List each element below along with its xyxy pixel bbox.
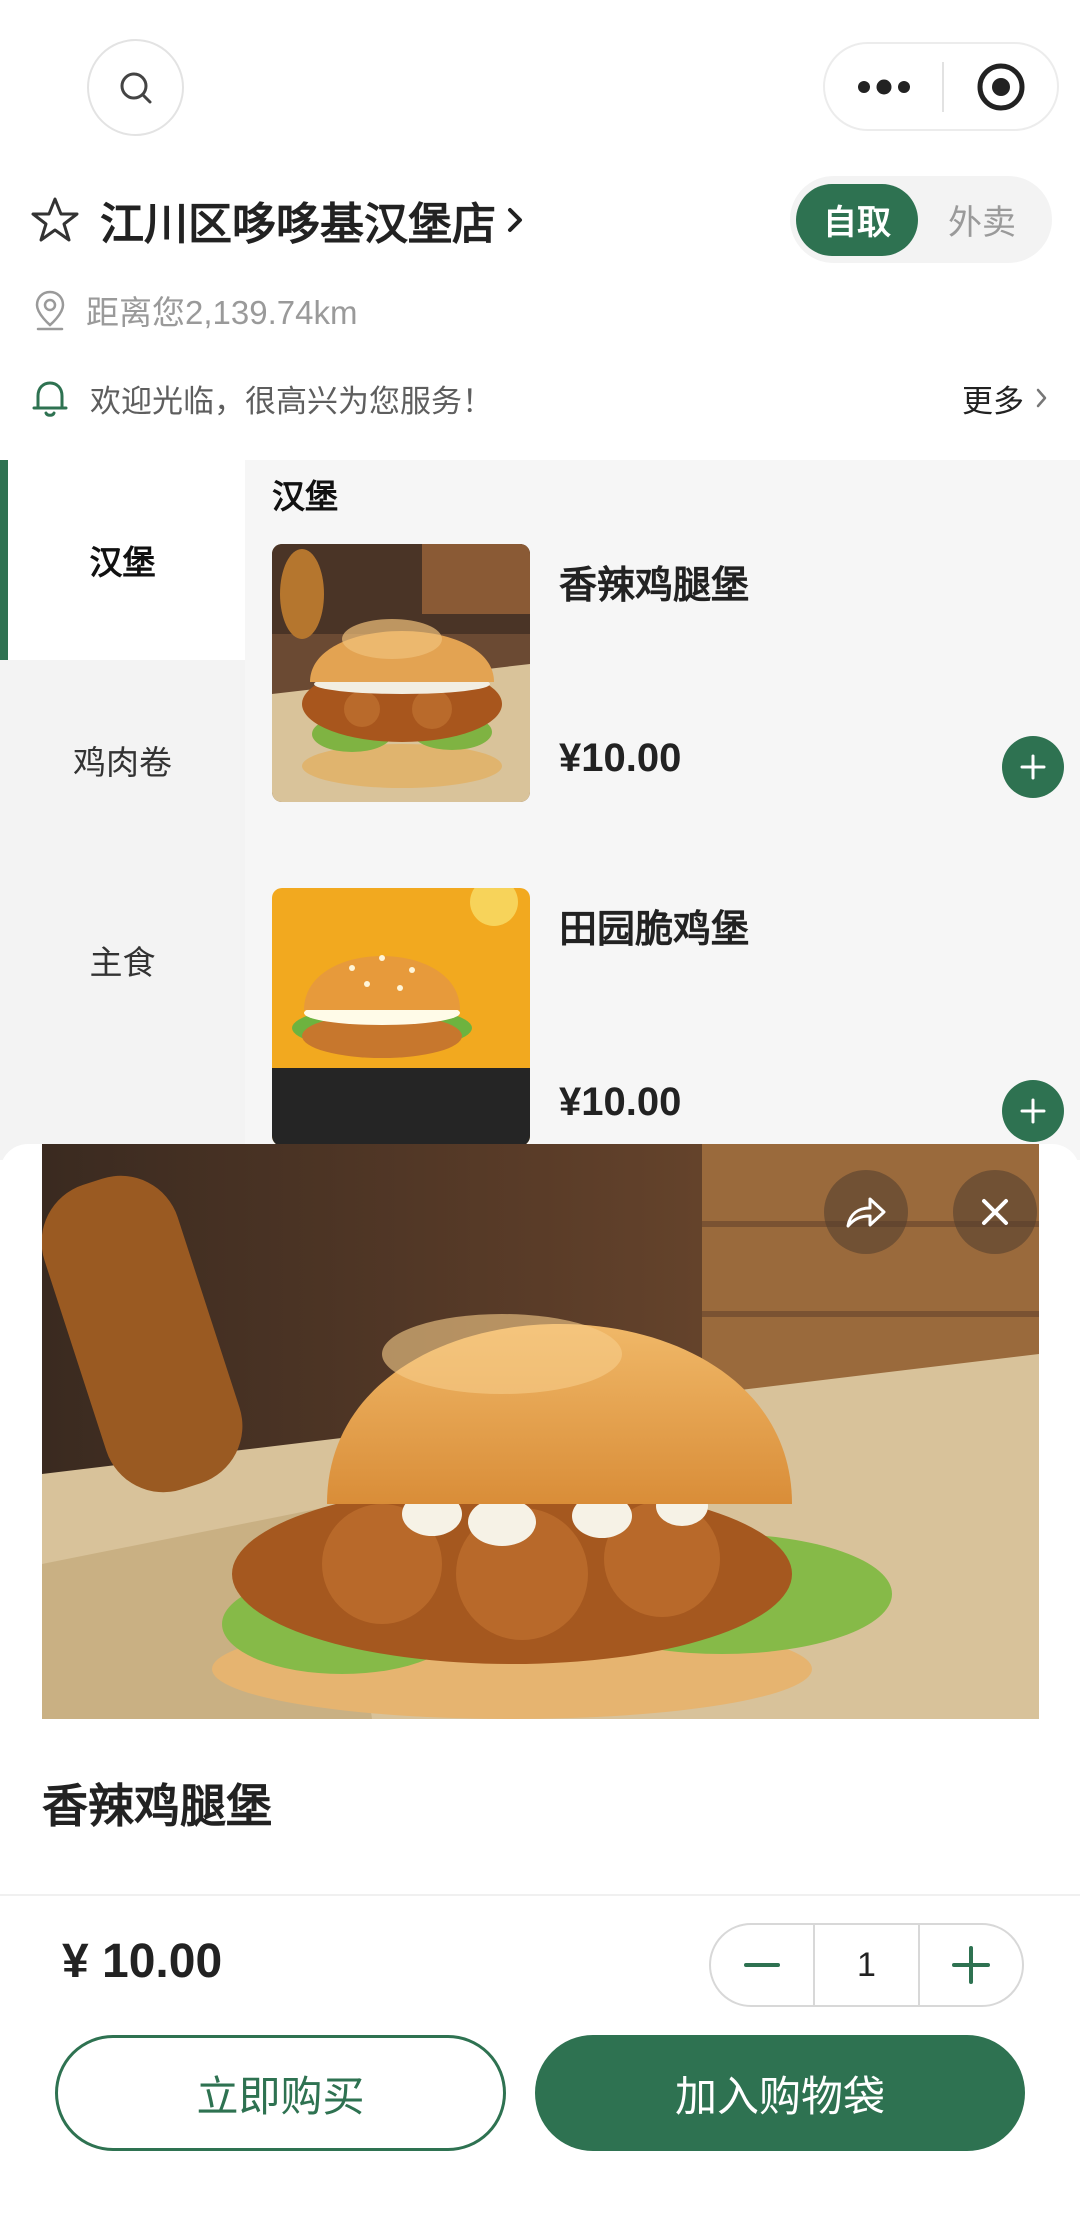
product-card[interactable]: 田园脆鸡堡 ¥10.00	[272, 888, 1072, 1146]
detail-price: ¥ 10.00	[62, 1935, 223, 1988]
chevron-right-icon	[508, 208, 522, 232]
minus-icon	[744, 1963, 780, 1967]
quantity-value[interactable]: 1	[813, 1925, 920, 2005]
search-button[interactable]	[87, 39, 184, 136]
category-item-staple[interactable]: 主食	[0, 860, 245, 1060]
plus-icon	[952, 1946, 990, 1984]
close-icon	[982, 1199, 1008, 1225]
miniprogram-capsule	[823, 42, 1059, 131]
product-price: ¥10.00	[559, 1080, 682, 1124]
star-icon[interactable]	[30, 195, 80, 245]
category-item-burger[interactable]: 汉堡	[0, 460, 245, 660]
product-hero-image	[42, 1144, 1039, 1719]
product-image[interactable]	[272, 544, 530, 802]
notice-bar: 欢迎光临，很高兴为您服务！ 更多	[30, 368, 1050, 428]
section-title: 汉堡	[272, 478, 338, 515]
delivery-tab[interactable]: 外卖	[918, 184, 1046, 256]
plus-icon	[1020, 1098, 1046, 1124]
order-mode-toggle: 自取 外卖	[790, 176, 1052, 263]
share-icon	[846, 1197, 886, 1228]
search-icon	[120, 72, 151, 103]
distance-text: 距离您2,139.74km	[86, 294, 358, 331]
more-dots-icon	[857, 79, 910, 94]
close-button[interactable]	[953, 1170, 1037, 1254]
location-pin-icon	[35, 290, 65, 331]
bell-icon	[32, 381, 68, 417]
close-miniprogram-button[interactable]	[944, 44, 1057, 129]
increase-button[interactable]	[920, 1925, 1022, 2005]
category-sidebar: 汉堡 鸡肉卷 主食	[0, 460, 245, 1160]
add-to-bag-button[interactable]: 加入购物袋	[535, 2035, 1025, 2151]
quantity-stepper: 1	[709, 1923, 1024, 2007]
product-card[interactable]: 香辣鸡腿堡 ¥10.00	[272, 544, 1072, 802]
decrease-button[interactable]	[711, 1925, 813, 2005]
product-detail-sheet: 香辣鸡腿堡 ¥ 10.00 1 立即购买 加入购物袋	[0, 1144, 1080, 2233]
distance-row: 距离您2,139.74km	[32, 280, 357, 340]
product-list: 汉堡 香辣鸡腿堡 ¥10.00 田园脆鸡堡 ¥10.00	[245, 460, 1080, 1160]
notice-text: 欢迎光临，很高兴为您服务！	[90, 383, 493, 419]
more-button[interactable]	[825, 44, 942, 129]
buy-now-button[interactable]: 立即购买	[55, 2035, 506, 2151]
product-price: ¥10.00	[559, 736, 682, 780]
share-button[interactable]	[824, 1170, 908, 1254]
divider	[0, 1894, 1080, 1896]
notice-more-link[interactable]: 更多	[962, 376, 1050, 421]
plus-icon	[1020, 754, 1046, 780]
product-image[interactable]	[272, 888, 530, 1146]
more-label: 更多	[962, 383, 1024, 419]
product-name: 香辣鸡腿堡	[559, 565, 750, 607]
store-header[interactable]: 江川区哆哆基汉堡店	[30, 180, 528, 260]
pickup-tab[interactable]: 自取	[796, 183, 918, 256]
detail-product-name: 香辣鸡腿堡	[42, 1780, 272, 1832]
menu-area: 汉堡 鸡肉卷 主食 汉堡 香辣鸡腿堡 ¥10.00 田园脆鸡堡 ¥10.00	[0, 460, 1080, 1160]
target-icon	[977, 63, 1024, 110]
store-name[interactable]: 江川区哆哆基汉堡店	[100, 188, 496, 252]
add-to-cart-button[interactable]	[1002, 1080, 1064, 1142]
product-name: 田园脆鸡堡	[559, 909, 750, 951]
chevron-right-icon	[1036, 388, 1047, 408]
category-item-chicken-wrap[interactable]: 鸡肉卷	[0, 660, 245, 860]
add-to-cart-button[interactable]	[1002, 736, 1064, 798]
